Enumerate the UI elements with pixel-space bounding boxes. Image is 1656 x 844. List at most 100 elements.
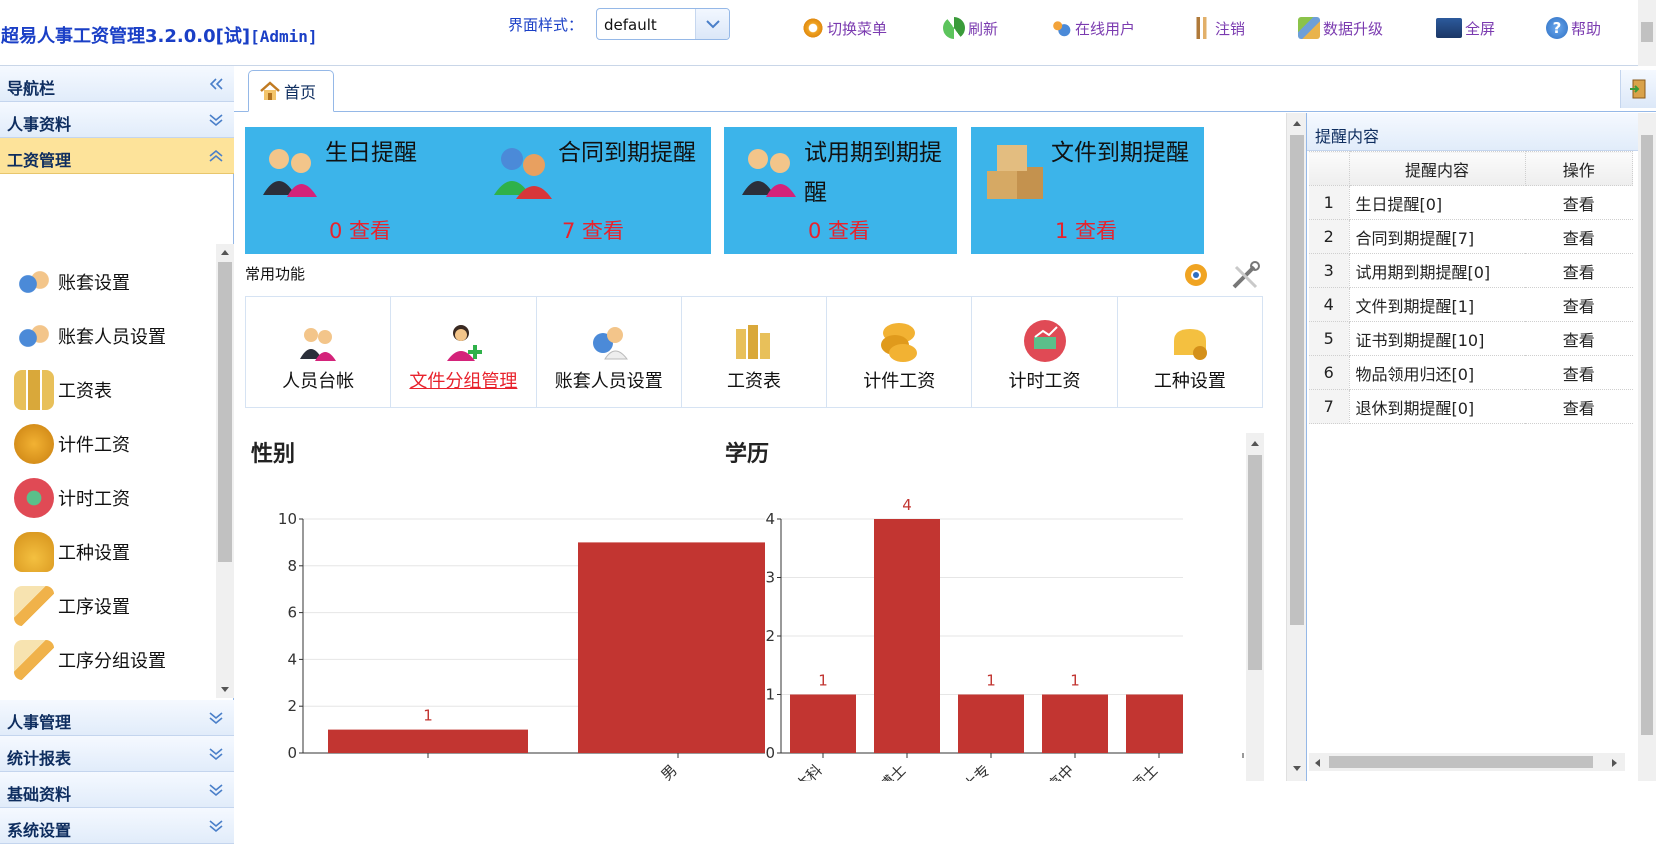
quick-label: 账套人员设置 (554, 371, 663, 392)
gear-icon[interactable] (1182, 261, 1210, 289)
sidebar-item-salary-table[interactable]: 工资表 (14, 370, 112, 410)
sidebar-item-work-type[interactable]: 工种设置 (14, 532, 130, 572)
scroll-up-icon[interactable] (1250, 439, 1260, 447)
sidebar-section-personnel-data[interactable]: 人事资料 (0, 102, 234, 138)
chart-scrollbar[interactable] (1246, 433, 1264, 781)
sidebar-item-piece-wage[interactable]: 计件工资 (14, 424, 130, 464)
sidebar-section-statistics[interactable]: 统计报表 (0, 736, 234, 772)
scroll-thumb[interactable] (1248, 455, 1262, 670)
fullscreen-button[interactable]: 全屏 (1436, 16, 1495, 40)
menu-scrollbar[interactable] (216, 244, 234, 698)
style-select[interactable]: default (596, 8, 730, 40)
bar[interactable] (328, 729, 528, 753)
view-link[interactable]: 查看 (1525, 389, 1633, 424)
sidebar-section-system-settings[interactable]: 系统设置 (0, 808, 234, 844)
logout-button[interactable]: 注销 (1190, 16, 1245, 40)
view-link[interactable]: 查看 (1525, 185, 1633, 220)
card-birthday-reminder[interactable]: 生日提醒 0 查看 (245, 127, 478, 254)
education-chart-title: 学历 (725, 441, 769, 467)
row-number: 7 (1309, 389, 1350, 424)
bar[interactable] (874, 519, 940, 753)
reminder-hscrollbar[interactable] (1309, 753, 1625, 771)
scroll-up-icon[interactable] (1292, 119, 1302, 127)
bar[interactable] (790, 694, 856, 754)
scroll-thumb[interactable] (1641, 22, 1653, 42)
help-button[interactable]: ? 帮助 (1546, 16, 1601, 40)
coin-purse-icon (14, 532, 54, 572)
scroll-thumb[interactable] (1641, 135, 1653, 735)
contract-users-icon (494, 148, 552, 199)
quick-time-wage[interactable]: 计时工资 (972, 297, 1118, 407)
card-probation-reminder[interactable]: 试用期到期提醒 0 查看 (724, 127, 957, 254)
card-count-link[interactable]: 0 查看 (329, 215, 391, 245)
quick-work-type[interactable]: 工种设置 (1118, 297, 1262, 407)
scroll-thumb[interactable] (218, 262, 232, 562)
people-icon (263, 149, 317, 197)
view-link[interactable]: 查看 (1525, 355, 1633, 390)
collapse-left-icon[interactable] (208, 76, 224, 95)
quick-piece-wage[interactable]: 计件工资 (827, 297, 973, 407)
card-contract-reminder[interactable]: 合同到期提醒 7 查看 (478, 127, 711, 254)
tab-home[interactable]: 首页 (248, 70, 334, 112)
time-wage-icon (1023, 320, 1066, 362)
view-link[interactable]: 查看 (1525, 287, 1633, 322)
sidebar-item-account-staff[interactable]: 账套人员设置 (14, 316, 166, 356)
data-upgrade-icon (1298, 17, 1320, 39)
quick-account-staff[interactable]: 账套人员设置 (537, 297, 682, 407)
coin-pile-icon (14, 424, 54, 464)
card-count-link[interactable]: 1 查看 (1055, 215, 1117, 245)
sidebar-item-account-set[interactable]: 账套设置 (14, 262, 130, 302)
sidebar-section-hr-management[interactable]: 人事管理 (0, 700, 234, 736)
refresh-button[interactable]: 刷新 (943, 16, 998, 40)
scroll-thumb[interactable] (1329, 756, 1593, 768)
bar-value-label: 1 (818, 672, 828, 690)
bar[interactable] (1126, 694, 1183, 754)
online-users-button[interactable]: 在线用户 (1050, 16, 1135, 40)
card-count-link[interactable]: 0 查看 (808, 215, 870, 245)
table-row: 4 文件到期提醒[1] 查看 (1309, 287, 1633, 322)
view-link[interactable]: 查看 (1525, 219, 1633, 254)
card-title: 试用期到期提醒 (804, 140, 942, 206)
view-link[interactable]: 查看 (1525, 321, 1633, 356)
scroll-down-icon[interactable] (1292, 765, 1302, 773)
card-count-link[interactable]: 7 查看 (562, 215, 624, 245)
scroll-left-icon[interactable] (1313, 758, 1321, 768)
sidebar-item-process-group[interactable]: 工序分组设置 (14, 640, 166, 680)
y-tick-label: 6 (287, 604, 297, 622)
page-scrollbar-right[interactable] (1638, 113, 1656, 781)
sidebar-item-time-wage[interactable]: 计时工资 (14, 478, 130, 518)
table-row: 5 证书到期提醒[10] 查看 (1309, 321, 1633, 356)
sidebar-section-basic-data[interactable]: 基础资料 (0, 772, 234, 808)
logout-label: 注销 (1215, 19, 1246, 38)
table-row: 1 生日提醒[0] 查看 (1309, 185, 1633, 220)
chevron-down-icon[interactable] (695, 9, 729, 39)
data-upgrade-label: 数据升级 (1323, 19, 1384, 38)
chevron-double-down-icon (208, 710, 224, 729)
scroll-thumb[interactable] (1290, 135, 1304, 625)
scroll-down-icon[interactable] (220, 686, 230, 694)
page-scrollbar[interactable] (1638, 0, 1656, 66)
quick-salary-table[interactable]: 工资表 (682, 297, 828, 407)
quick-label: 人员台帐 (282, 371, 355, 392)
switch-menu-button[interactable]: 切换菜单 (802, 16, 887, 40)
view-link[interactable]: 查看 (1525, 253, 1633, 288)
table-header-row: 提醒内容 操作 (1309, 151, 1633, 186)
sidebar-item-process[interactable]: 工序设置 (14, 586, 130, 626)
exit-panel-button[interactable] (1620, 70, 1656, 108)
section-label: 统计报表 (7, 749, 72, 768)
y-tick-label: 4 (287, 650, 297, 668)
content-scrollbar[interactable] (1286, 113, 1306, 781)
quick-file-group[interactable]: 文件分组管理 (391, 297, 537, 407)
scroll-right-icon[interactable] (1611, 758, 1619, 768)
bar[interactable] (1042, 694, 1108, 754)
tools-icon[interactable] (1230, 261, 1260, 291)
bar[interactable] (958, 694, 1024, 754)
scroll-up-icon[interactable] (220, 248, 230, 256)
sidebar-section-salary-management[interactable]: 工资管理 (0, 138, 234, 174)
data-upgrade-button[interactable]: 数据升级 (1298, 16, 1383, 40)
bar[interactable] (578, 542, 765, 753)
row-number: 2 (1309, 219, 1350, 254)
app-title-text: 超易人事工资管理3.2.0.0[试] (1, 26, 251, 47)
quick-staff-ledger[interactable]: 人员台帐 (246, 297, 392, 407)
card-file-reminder[interactable]: 文件到期提醒 1 查看 (971, 127, 1204, 254)
